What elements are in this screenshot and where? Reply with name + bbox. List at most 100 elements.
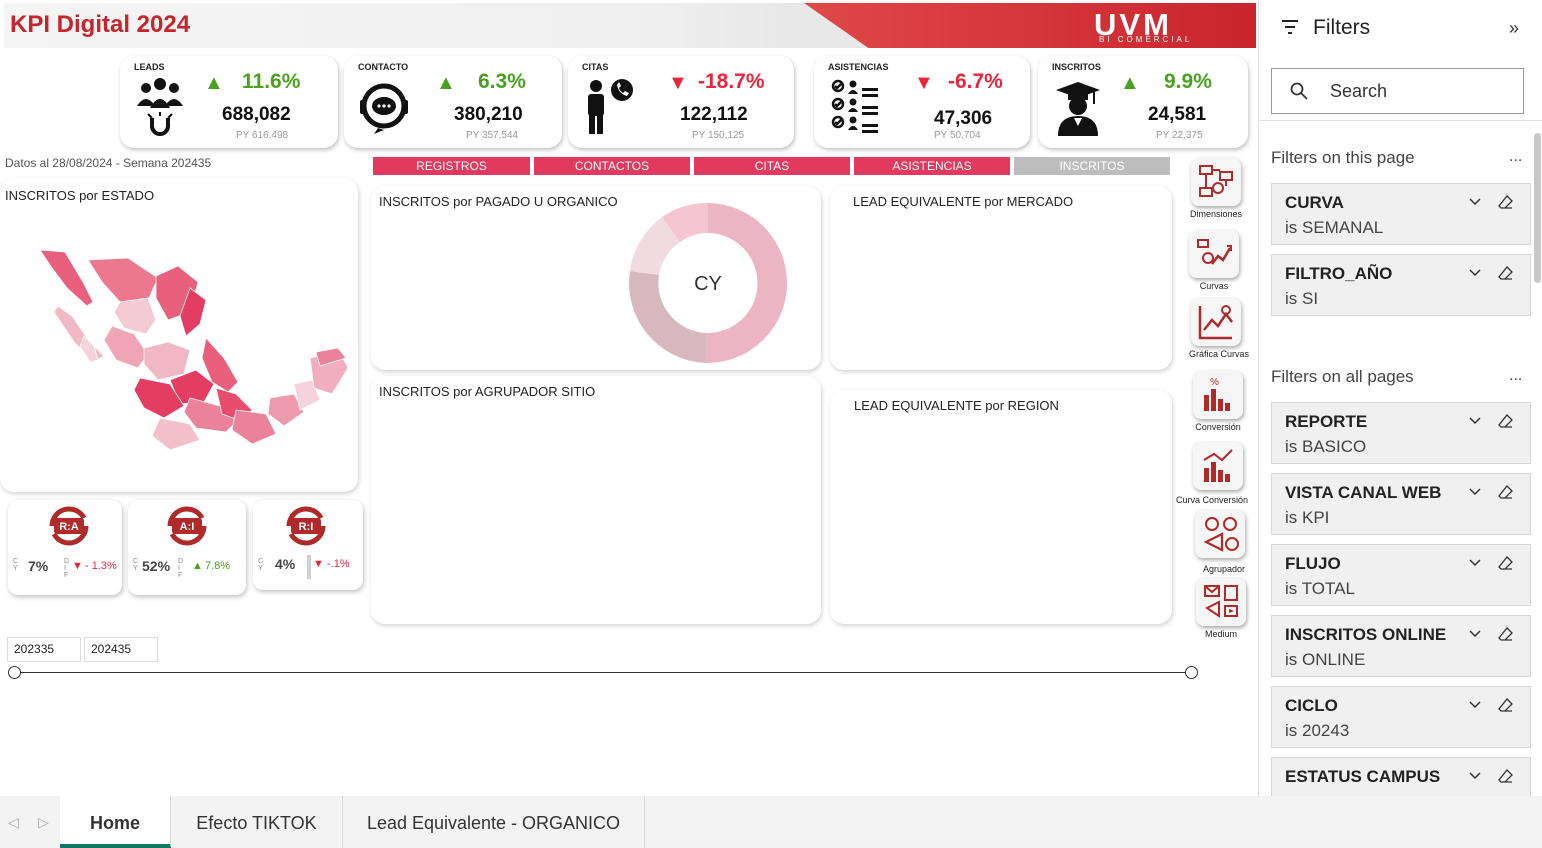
- tab-contactos[interactable]: CONTACTOS: [534, 157, 690, 175]
- chevron-down-icon[interactable]: [1468, 555, 1482, 569]
- ratio-card-ra[interactable]: R:A C Y 7% D I F ▼ - 1.3%: [8, 500, 122, 595]
- kpi-card-citas[interactable]: CITAS ▼ -18.7% 122,112 PY 150,125: [568, 56, 794, 148]
- person-phone-icon: [588, 79, 633, 134]
- filters-search-input[interactable]: Search: [1271, 68, 1524, 114]
- report-title: KPI Digital 2024: [10, 11, 191, 38]
- filter-icon: [1282, 20, 1298, 34]
- filter-card-flujo[interactable]: FLUJO is TOTAL: [1271, 544, 1531, 606]
- kpi-value: 47,306: [934, 108, 993, 129]
- eraser-icon[interactable]: [1498, 555, 1514, 571]
- divider-bar: [307, 555, 311, 579]
- nav-label: Agrupador: [1203, 564, 1246, 574]
- more-options-icon[interactable]: ...: [1509, 148, 1522, 166]
- tab-inscritos[interactable]: INSCRITOS: [1014, 157, 1170, 175]
- nav-conversion-button[interactable]: % Conversión: [1191, 371, 1245, 432]
- filter-name: INSCRITOS ONLINE: [1285, 625, 1447, 644]
- lead-equivalente-mercado-panel: LEAD EQUIVALENTE por MERCADO: [830, 186, 1172, 370]
- nav-curva-conversion-button[interactable]: [1191, 442, 1245, 490]
- search-placeholder: Search: [1330, 81, 1388, 101]
- week-slider-track[interactable]: [14, 672, 1192, 673]
- eraser-icon[interactable]: [1498, 697, 1514, 713]
- trend-down-icon: ▼: [668, 72, 688, 94]
- conversion-icon: %: [1193, 371, 1243, 419]
- donut-center-label: CY: [694, 273, 722, 295]
- week-slider-end-handle[interactable]: [1185, 666, 1198, 679]
- nav-agrupador-button[interactable]: [1193, 510, 1247, 558]
- week-to-input[interactable]: 202435: [84, 637, 158, 662]
- tab-efecto-tiktok[interactable]: Efecto TIKTOK: [171, 796, 343, 848]
- filter-name: ESTATUS CAMPUS: [1285, 767, 1441, 786]
- eraser-icon[interactable]: [1498, 768, 1514, 784]
- mexico-map[interactable]: [20, 248, 352, 458]
- tab-registros[interactable]: REGISTROS: [373, 157, 530, 175]
- ratio-card-ri[interactable]: R:I C Y 4% ▼ -.1%: [253, 500, 363, 590]
- chevron-down-icon[interactable]: [1468, 413, 1482, 427]
- filter-card-ciclo[interactable]: CICLO is 20243: [1271, 686, 1531, 748]
- nav-curvas-button[interactable]: Curvas: [1187, 230, 1241, 291]
- svg-text:A:I: A:I: [180, 521, 195, 533]
- chevron-down-icon[interactable]: [1468, 194, 1482, 208]
- filter-name: REPORTE: [1285, 412, 1368, 431]
- ratio-value: 4%: [275, 556, 296, 572]
- kpi-card-inscritos[interactable]: INSCRITOS ▲ 9.9% 24,581 PY 22,375: [1038, 56, 1248, 148]
- kpi-pct: 9.9%: [1164, 70, 1212, 93]
- kpi-card-leads[interactable]: LEADS ▲ 11.6% 688,082 PY 616,498: [120, 56, 338, 148]
- week-from-input[interactable]: 202335: [7, 637, 81, 662]
- filter-value: is BASICO: [1285, 437, 1367, 456]
- filter-value: is 20243: [1285, 721, 1350, 740]
- nav-label: Curva Conversión: [1176, 495, 1249, 505]
- kpi-py: PY 616,498: [236, 130, 289, 141]
- filter-card-filtro-ano[interactable]: FILTRO_AÑO is SI: [1271, 254, 1531, 316]
- tab-asistencias[interactable]: ASISTENCIAS: [854, 157, 1010, 175]
- nav-label: Curvas: [1199, 281, 1229, 291]
- nav-label: Dimensiones: [1189, 209, 1243, 219]
- nav-grafica-curvas-button[interactable]: Gráfica Curvas: [1189, 298, 1249, 359]
- eraser-icon[interactable]: [1498, 265, 1514, 281]
- filter-name: CURVA: [1285, 193, 1344, 212]
- tab-home[interactable]: Home: [60, 796, 171, 848]
- eraser-icon[interactable]: [1498, 194, 1514, 210]
- filter-card-reporte[interactable]: REPORTE is BASICO: [1271, 402, 1531, 464]
- prev-page-icon[interactable]: ◁: [8, 814, 19, 831]
- ratio-delta: - 1.3%: [85, 560, 117, 572]
- collapse-chevron-icon[interactable]: »: [1509, 18, 1519, 39]
- chevron-down-icon[interactable]: [1468, 484, 1482, 498]
- filters-title: Filters: [1313, 16, 1371, 39]
- chevron-down-icon[interactable]: [1468, 265, 1482, 279]
- kpi-card-contacto[interactable]: CONTACTO ▲ 6.3% 380,210 PY 357,544: [344, 56, 562, 148]
- filter-card-inscritos-online[interactable]: INSCRITOS ONLINE is ONLINE: [1271, 615, 1531, 677]
- chevron-down-icon[interactable]: [1468, 626, 1482, 640]
- more-options-icon[interactable]: ...: [1509, 367, 1522, 385]
- filters-scrollbar[interactable]: [1534, 133, 1541, 283]
- next-page-icon[interactable]: ▷: [38, 814, 49, 831]
- ratio-ai-icon: A:I: [167, 506, 207, 546]
- filter-card-curva[interactable]: CURVA is SEMANAL: [1271, 183, 1531, 245]
- filter-card-estatus-campus[interactable]: ESTATUS CAMPUS: [1271, 757, 1531, 796]
- ratio-ri-icon: R:I: [286, 506, 326, 546]
- svg-text:%: %: [1210, 377, 1219, 388]
- eraser-icon[interactable]: [1498, 626, 1514, 642]
- donut-chart[interactable]: CY: [627, 202, 789, 364]
- cy-label: C Y: [258, 558, 264, 572]
- eraser-icon[interactable]: [1498, 484, 1514, 500]
- filter-value: is TOTAL: [1285, 579, 1355, 598]
- section-this-page: Filters on this page: [1271, 148, 1415, 167]
- kpi-pct: -18.7%: [698, 70, 765, 93]
- nav-label: Medium: [1204, 629, 1237, 639]
- kpi-card-asistencias[interactable]: ASISTENCIAS ▼ -6.7% 47,306 PY 50,704: [814, 56, 1030, 148]
- filter-card-vista-canal-web[interactable]: VISTA CANAL WEB is KPI: [1271, 473, 1531, 535]
- tab-citas[interactable]: CITAS: [694, 157, 850, 175]
- nav-label: Conversión: [1195, 422, 1241, 432]
- nav-medium-button[interactable]: Medium: [1194, 578, 1248, 639]
- kpi-py: PY 22,375: [1156, 130, 1203, 141]
- trend-down-icon: ▼: [313, 558, 324, 570]
- page-tab-bar: ◁ ▷ Home Efecto TIKTOK Lead Equivalente …: [0, 796, 1542, 848]
- ratio-card-ai[interactable]: A:I C Y 52% D I F ▲ 7.8%: [128, 500, 246, 595]
- chevron-down-icon[interactable]: [1468, 697, 1482, 711]
- week-slider-start-handle[interactable]: [8, 666, 21, 679]
- tab-lead-equivalente-organico[interactable]: Lead Equivalente - ORGANICO: [343, 796, 645, 848]
- eraser-icon[interactable]: [1498, 413, 1514, 429]
- nav-dimensiones-button[interactable]: Dimensiones: [1189, 158, 1243, 219]
- kpi-label: ASISTENCIAS: [828, 62, 889, 72]
- chevron-down-icon[interactable]: [1468, 768, 1482, 782]
